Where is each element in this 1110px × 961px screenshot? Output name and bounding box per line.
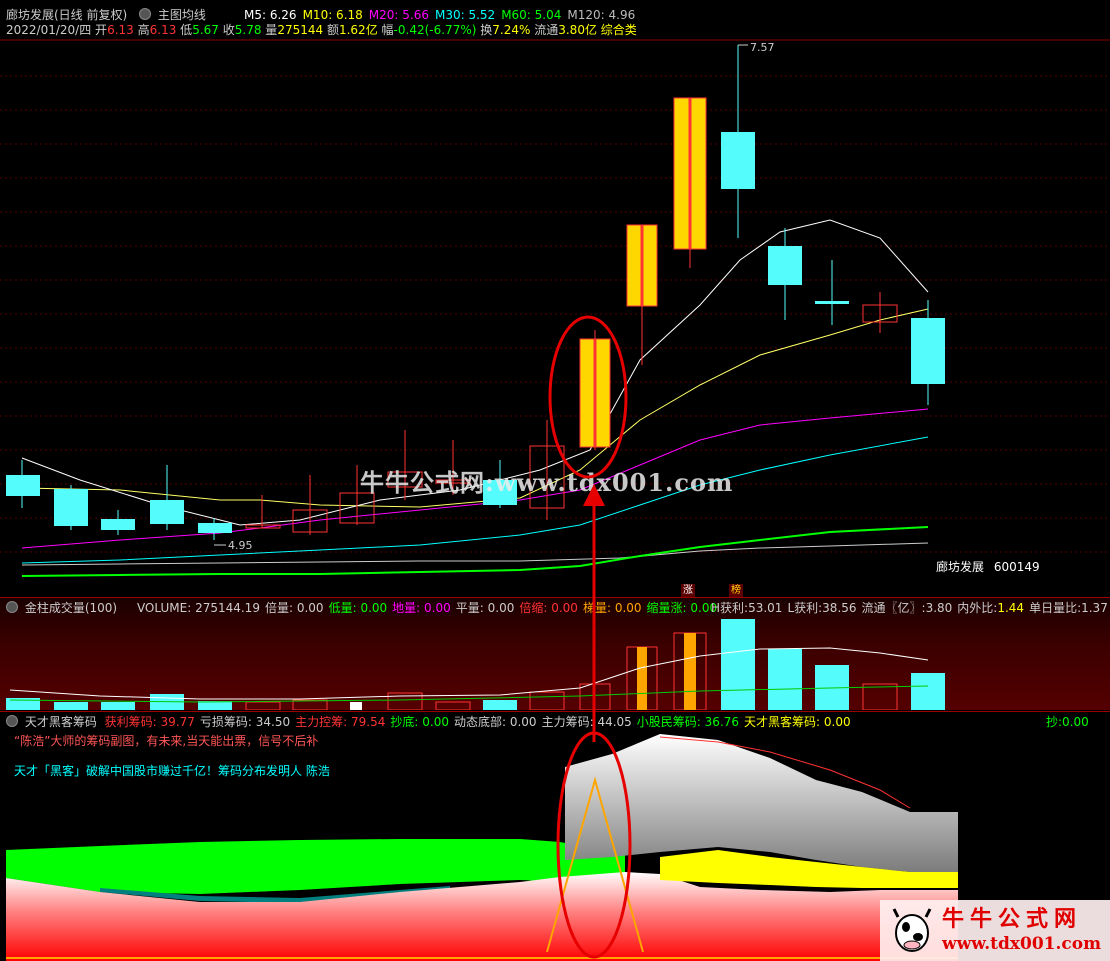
cow-logo-icon <box>892 908 932 952</box>
candle <box>150 500 184 524</box>
low-price-marker: 4.95 <box>228 539 253 552</box>
candle <box>911 318 945 384</box>
ma120-line <box>21 542 929 566</box>
candle <box>768 246 802 285</box>
chip-item-value: 34.50 <box>255 715 291 729</box>
volume-bar-gold <box>637 647 647 710</box>
volume-bar <box>483 700 517 710</box>
volume-bar <box>101 702 135 710</box>
logo-title: 牛牛公式网 <box>942 906 1083 932</box>
chip-right-value: 抄:0.00 <box>1046 715 1089 729</box>
chip-item-label: 抄底: <box>390 715 419 729</box>
chip-item-value: 79.54 <box>351 715 386 729</box>
candle <box>101 519 135 530</box>
stock-code: 600149 <box>993 560 1040 574</box>
stock-name: 廊坊发展 <box>936 560 985 574</box>
high-price-marker: 7.57 <box>750 41 775 54</box>
badge-zhang: 涨 <box>681 584 695 598</box>
chip-right-number: 0.00 <box>1062 715 1089 729</box>
chip-item-value: 0.00 <box>509 715 537 729</box>
chip-item-label: 动态底部: <box>453 715 507 729</box>
chip-values: 获利筹码: 39.77 亏损筹码: 34.50 主力控筹: 79.54 抄底: 0.0… <box>105 715 856 729</box>
volume-bar <box>529 691 565 710</box>
volume-bar <box>911 673 945 710</box>
ma60-line <box>21 526 929 577</box>
candle <box>198 523 232 533</box>
chip-item-label: 获利筹码: <box>104 715 157 729</box>
candle <box>54 489 88 526</box>
candle <box>6 475 40 496</box>
chip-item-label: 小股民筹码: <box>636 715 701 729</box>
chip-item-value: 0.00 <box>823 715 851 729</box>
chip-item-label: 亏损筹码: <box>199 715 252 729</box>
volume-bar <box>862 683 898 710</box>
stock-label: 廊坊发展 600149 <box>936 560 1040 574</box>
volume-bar <box>245 701 281 710</box>
main-chart-panel[interactable]: 廊坊发展(日线 前复权) 主图均线 M5: 6.26 M10: 6.18 M20: … <box>0 0 1110 598</box>
chip-item-value: 0.00 <box>422 715 449 729</box>
chip-right-label: 抄: <box>1046 715 1063 729</box>
watermark: 牛牛公式网:www.tdx001.com <box>360 468 734 497</box>
chip-note-2: 天才「黑客」破解中国股市赚过千亿！筹码分布发明人 陈浩 <box>14 764 330 778</box>
candlestick-chart[interactable] <box>0 0 1110 597</box>
logo-url: www.tdx001.com <box>942 934 1102 954</box>
chip-item-label: 主力控筹: <box>295 715 348 729</box>
settings-icon[interactable] <box>6 715 18 727</box>
volume-chart[interactable] <box>0 598 1110 710</box>
chip-item-value: 44.05 <box>597 715 632 729</box>
candle <box>721 132 755 189</box>
volume-panel[interactable]: 金柱成交量(100) VOLUME: 275144.19 倍量: 0.00 低量: … <box>0 598 1110 710</box>
chip-header: 天才黑客筹码 获利筹码: 39.77 亏损筹码: 34.50 主力控筹: 79.54… <box>6 715 856 729</box>
volume-bar-gold <box>684 633 696 710</box>
volume-bar <box>435 701 471 710</box>
site-logo: 牛牛公式网 www.tdx001.com <box>880 900 1110 961</box>
chip-item-value: 36.76 <box>704 715 740 729</box>
grey-chip-stack <box>565 734 958 877</box>
chip-item-label: 天才黑客筹码: <box>744 715 821 729</box>
chip-item-label: 主力筹码: <box>541 715 594 729</box>
candle <box>815 301 849 304</box>
chip-note-1: “陈浩”大师的筹码副图，有未来,当天能出票，信号不后补 <box>14 734 319 748</box>
chip-title[interactable]: 天才黑客筹码 <box>25 715 97 729</box>
badge-bang: 榜 <box>729 584 743 598</box>
volume-bar <box>721 619 755 710</box>
volume-bar <box>54 702 88 710</box>
chip-item-value: 39.77 <box>160 715 195 729</box>
volume-bar <box>768 649 802 710</box>
volume-bar <box>579 683 611 710</box>
